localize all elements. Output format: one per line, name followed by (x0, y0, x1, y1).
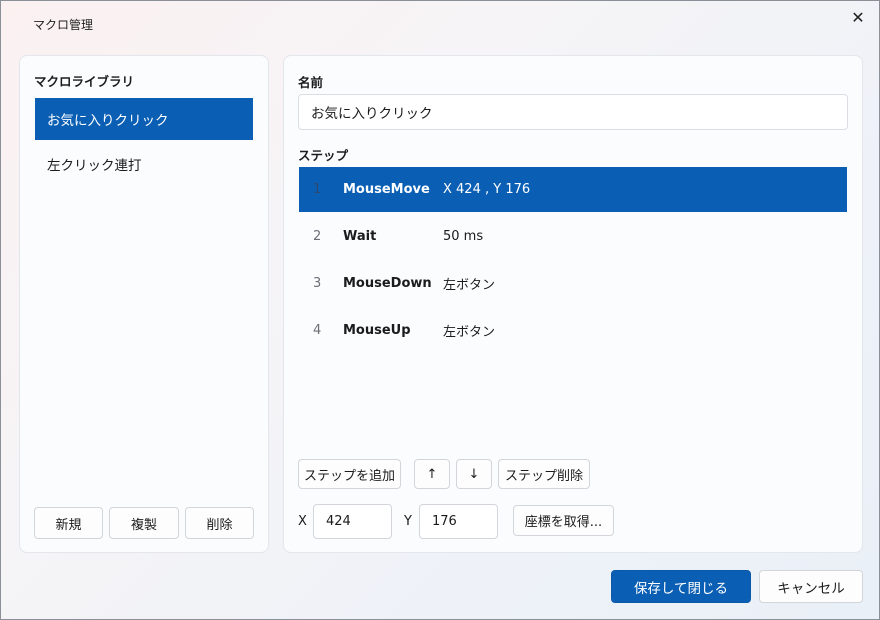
capture-coordinates-button[interactable]: 座標を取得... (513, 505, 614, 536)
step-number: 2 (313, 229, 322, 244)
library-item-favorite-click[interactable]: お気に入りクリック (35, 98, 253, 140)
step-row[interactable]: 1 MouseMove X 424 , Y 176 (299, 167, 847, 212)
step-row[interactable]: 2 Wait 50 ms (299, 214, 847, 259)
library-item-label: 左クリック連打 (47, 158, 142, 174)
arrow-up-icon: ↑ (426, 466, 438, 482)
step-row[interactable]: 3 MouseDown 左ボタン (299, 261, 847, 306)
step-number: 4 (313, 323, 322, 338)
window-title: マクロ管理 (33, 18, 94, 32)
step-command: MouseDown (343, 276, 432, 291)
delete-step-button[interactable]: ステップ削除 (498, 459, 590, 489)
move-step-down-button[interactable]: ↓ (456, 459, 492, 489)
y-label: Y (404, 514, 412, 529)
duplicate-macro-button[interactable]: 複製 (109, 507, 179, 539)
y-coordinate-field[interactable]: 176 (419, 504, 498, 539)
step-number: 3 (313, 276, 322, 291)
macro-name-field[interactable]: お気に入りクリック (298, 94, 848, 130)
x-label: X (298, 514, 307, 529)
new-macro-button[interactable]: 新規 (34, 507, 103, 539)
steps-label: ステップ (298, 148, 349, 163)
library-item-label: お気に入りクリック (47, 113, 169, 129)
macro-library-panel: マクロライブラリ お気に入りクリック 左クリック連打 新規 複製 削除 (19, 55, 269, 553)
step-parameter: 左ボタン (443, 325, 496, 340)
save-and-close-button[interactable]: 保存して閉じる (611, 570, 751, 603)
step-command: Wait (343, 229, 377, 244)
step-number: 1 (313, 182, 322, 197)
close-icon[interactable]: ✕ (844, 5, 872, 29)
delete-macro-button[interactable]: 削除 (185, 507, 254, 539)
cancel-button[interactable]: キャンセル (759, 570, 863, 603)
step-parameter: X 424 , Y 176 (443, 182, 531, 197)
macro-manager-window: マクロ管理 ✕ マクロライブラリ お気に入りクリック 左クリック連打 新規 複製… (0, 0, 880, 620)
library-heading: マクロライブラリ (34, 74, 135, 89)
move-step-up-button[interactable]: ↑ (414, 459, 450, 489)
library-item-left-click-rapid[interactable]: 左クリック連打 (35, 143, 253, 185)
step-command: MouseMove (343, 182, 430, 197)
step-parameter: 左ボタン (443, 278, 496, 293)
x-coordinate-field[interactable]: 424 (313, 504, 392, 539)
step-command: MouseUp (343, 323, 411, 338)
arrow-down-icon: ↓ (468, 466, 480, 482)
step-parameter: 50 ms (443, 229, 484, 244)
name-label: 名前 (298, 75, 324, 90)
macro-editor-panel: 名前 お気に入りクリック ステップ 1 MouseMove X 424 , Y … (283, 55, 863, 553)
add-step-button[interactable]: ステップを追加 (298, 459, 401, 489)
step-row[interactable]: 4 MouseUp 左ボタン (299, 308, 847, 353)
